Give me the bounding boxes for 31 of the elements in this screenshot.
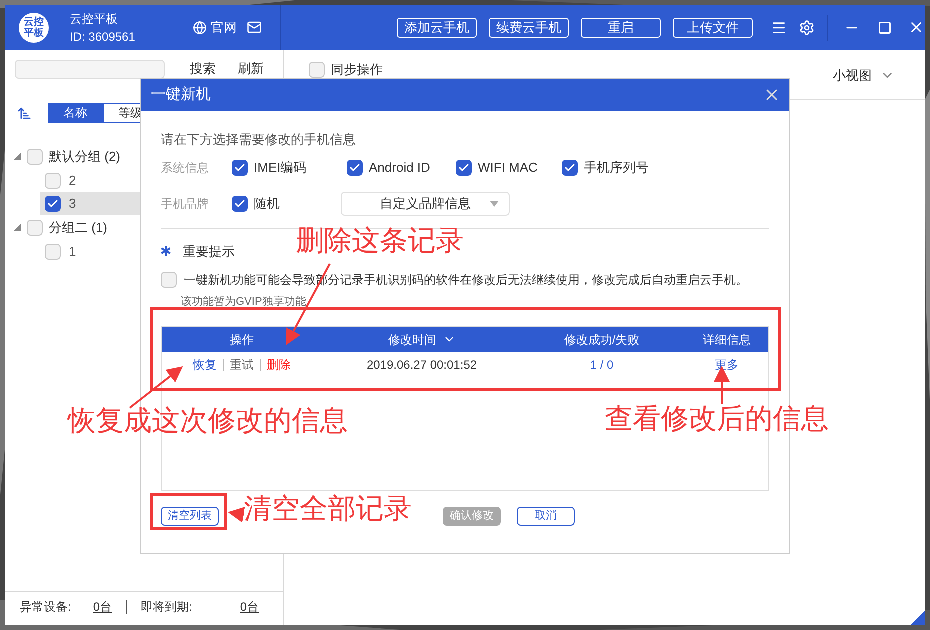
sync-label: 同步操作 bbox=[331, 61, 383, 79]
dialog-title: 一键新机 bbox=[151, 84, 211, 105]
expiring-label: 即将到期: bbox=[141, 598, 192, 616]
column-header: 操作 bbox=[229, 332, 255, 348]
option-label: 随机 bbox=[254, 194, 280, 213]
annotation-text: 查看修改后的信息 bbox=[605, 406, 829, 434]
device-label: 1 bbox=[69, 242, 76, 261]
column-header: 修改成功/失败 bbox=[563, 332, 641, 348]
brand-label: 手机品牌 bbox=[161, 196, 210, 212]
device-label: 3 bbox=[69, 194, 76, 213]
device-id: ID: 3609561 bbox=[70, 28, 136, 46]
column-header: 详细信息 bbox=[702, 332, 752, 348]
option-label: 手机序列号 bbox=[584, 158, 649, 177]
option-label: Android ID bbox=[369, 158, 430, 177]
annotation-text: 删除这条记录 bbox=[296, 228, 464, 256]
table-cell-text: 1 / 0 bbox=[589, 356, 615, 374]
annotation-text: 恢复成这次修改的信息 bbox=[68, 408, 348, 436]
table-cell-text: 2019.06.27 00:01:52 bbox=[366, 356, 478, 374]
option-label: IMEI编码 bbox=[254, 158, 307, 177]
vip-note: 该功能暂为GVIP独享功能 bbox=[181, 296, 308, 309]
group-label: 分组二 (1) bbox=[49, 218, 108, 237]
app-name: 云控平板 bbox=[70, 10, 119, 28]
prompt-text: 请在下方选择需要修改的手机信息 bbox=[161, 131, 357, 149]
abnormal-label: 异常设备: bbox=[20, 598, 72, 616]
group-label: 默认分组 (2) bbox=[49, 148, 121, 166]
notice-title: 重要提示 bbox=[183, 242, 235, 260]
logo: 云控 平板 bbox=[19, 12, 49, 42]
device-label: 2 bbox=[69, 172, 76, 190]
annotation-text: 清空全部记录 bbox=[244, 496, 412, 524]
system-info-label: 系统信息 bbox=[161, 160, 210, 176]
option-label: WIFI MAC bbox=[478, 158, 538, 177]
